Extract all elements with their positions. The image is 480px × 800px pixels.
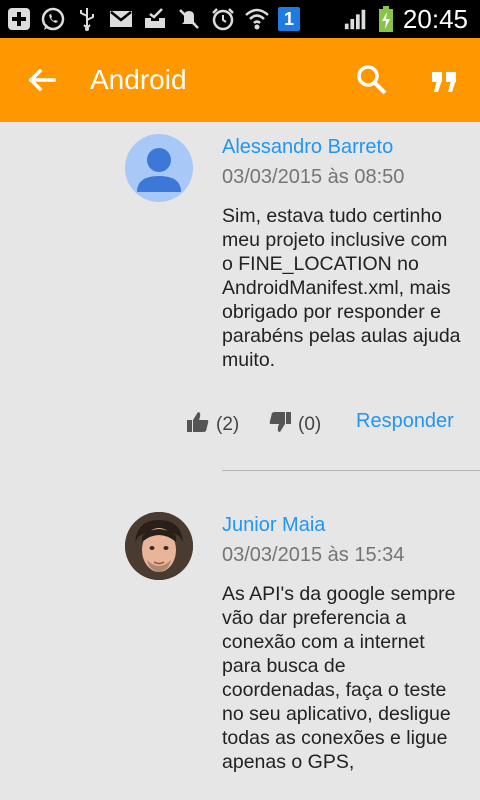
search-icon[interactable] <box>354 62 390 98</box>
comment-text: Sim, estava tudo certinho meu projeto in… <box>222 205 461 371</box>
like-count: (2) <box>216 414 240 435</box>
alarm-icon <box>210 6 236 32</box>
wifi-icon <box>244 6 270 32</box>
thumbs-down-icon <box>268 410 292 440</box>
comment-item: Junior Maia 03/03/2015 às 15:34 As API's… <box>0 500 480 800</box>
clock: 20:45 <box>402 3 468 34</box>
app-toolbar: Android <box>0 38 480 122</box>
comment-author[interactable]: Alessandro Barreto <box>222 136 393 159</box>
thumbs-up-icon <box>186 410 210 440</box>
avatar[interactable] <box>125 134 193 202</box>
comment-author[interactable]: Junior Maia <box>222 514 325 537</box>
comment-actions: (2) (0) Responder <box>186 410 466 442</box>
mute-icon <box>176 6 202 32</box>
inbox-icon <box>142 6 168 32</box>
quote-icon[interactable] <box>428 66 460 98</box>
battery-charging-icon <box>377 6 395 32</box>
signal-icon <box>343 6 369 32</box>
reply-button[interactable]: Responder <box>356 410 454 433</box>
page-title: Android <box>90 64 187 95</box>
comment-date: 03/03/2015 às 15:34 <box>222 544 405 566</box>
divider <box>222 470 480 471</box>
status-right: 20:45 <box>343 0 468 38</box>
comment-item: Alessandro Barreto 03/03/2015 às 08:50 S… <box>0 122 480 472</box>
whatsapp-icon <box>40 6 66 32</box>
comment-text: As API's da google sempre vão dar prefer… <box>222 583 456 773</box>
avatar[interactable] <box>125 512 193 580</box>
gmail-icon <box>108 6 134 32</box>
status-bar: 1 20:45 <box>0 0 480 38</box>
arrow-back-icon[interactable] <box>24 62 60 98</box>
usb-icon <box>74 6 100 32</box>
add-icon <box>6 6 32 32</box>
dislike-count: (0) <box>298 414 322 435</box>
notification-icons: 1 <box>6 4 300 34</box>
like-button[interactable]: (2) <box>186 410 239 440</box>
comment-date: 03/03/2015 às 08:50 <box>222 166 405 188</box>
sim-label: 1 <box>283 8 294 29</box>
sim-1-icon: 1 <box>278 7 300 31</box>
dislike-button[interactable]: (0) <box>268 410 321 440</box>
